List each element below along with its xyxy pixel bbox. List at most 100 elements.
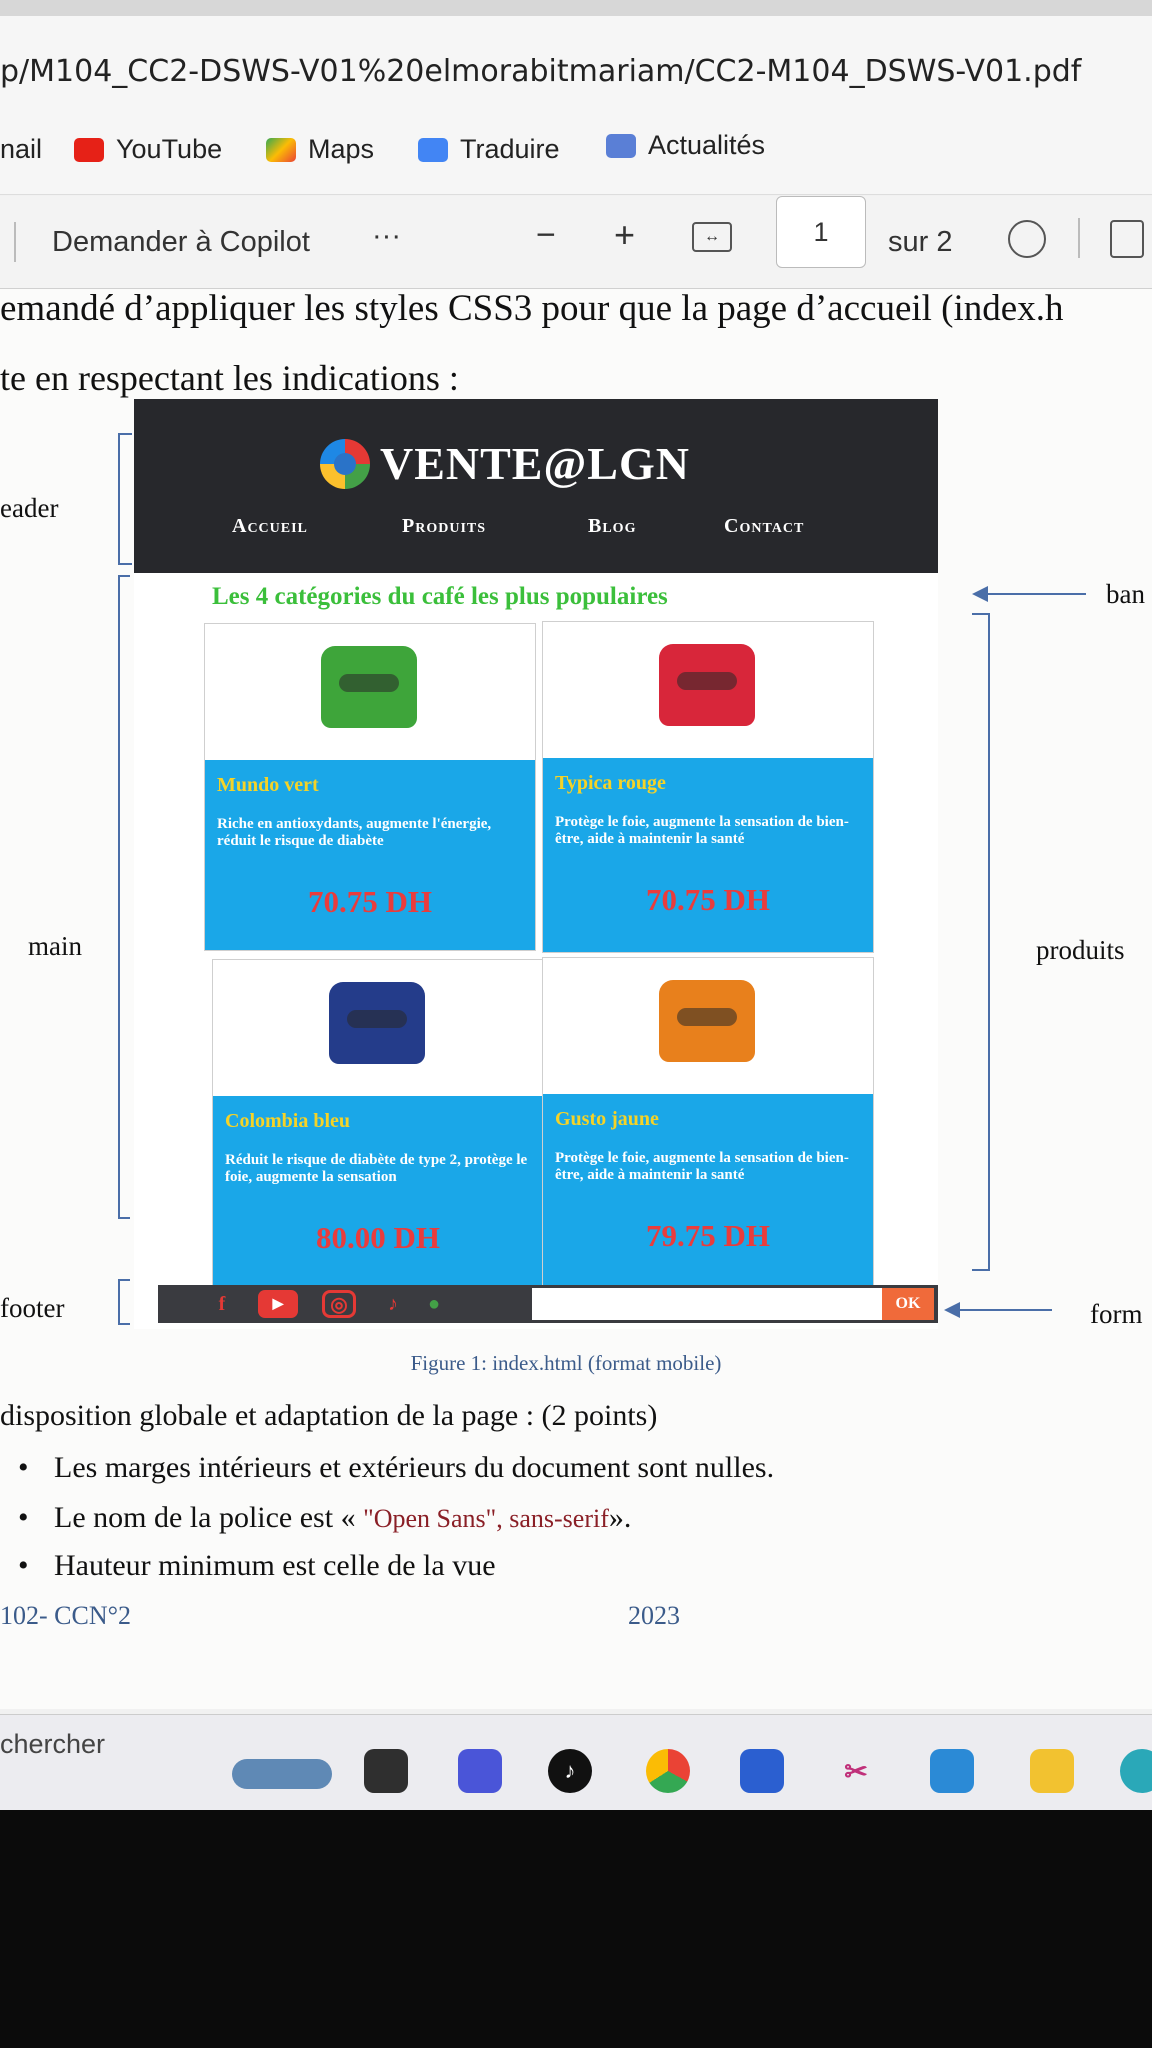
bookmark-gmail[interactable]: nail <box>0 134 42 165</box>
product-desc: Protège le foie, augmente la sensation d… <box>555 1150 849 1183</box>
ok-button[interactable]: OK <box>882 1288 934 1320</box>
tab-strip <box>0 0 1152 16</box>
product-card[interactable]: Colombia bleu Réduit le risque de diabèt… <box>212 959 544 1287</box>
mockup-header: VENTE@LGN Accueil Produits Blog Contact <box>134 399 938 573</box>
bullet-text: Hauteur minimum est celle de la vue <box>54 1549 496 1582</box>
bullet-text: ». <box>608 1501 632 1534</box>
bullet-item: • Les marges intérieurs et extérieurs du … <box>18 1451 775 1484</box>
header-brace <box>118 433 132 565</box>
banner-arrow <box>972 586 1086 602</box>
product-name: Gusto jaune <box>555 1108 659 1130</box>
product-name: Typica rouge <box>555 772 666 794</box>
label-main: main <box>28 931 82 961</box>
bullet-item: • Le nom de la police est « "Open Sans", … <box>18 1501 632 1534</box>
coffee-bag-icon <box>659 980 755 1062</box>
nav-accueil[interactable]: Accueil <box>232 515 308 538</box>
product-price: 70.75 DH <box>646 882 770 917</box>
product-card[interactable]: Gusto jaune Protège le foie, augmente la… <box>542 957 874 1287</box>
bookmark-label: Traduire <box>460 134 560 164</box>
weather-widget-icon[interactable] <box>232 1759 332 1789</box>
page-total: sur 2 <box>888 226 953 258</box>
zoom-in-button[interactable]: + <box>614 214 635 256</box>
youtube-icon <box>74 137 104 162</box>
coffee-bag-icon <box>321 646 417 728</box>
product-price: 80.00 DH <box>316 1220 440 1255</box>
pdf-page: emandé d’appliquer les styles CSS3 pour … <box>0 288 1152 1709</box>
pdf-toolbar: Demander à Copilot ··· − + ↔ 1 sur 2 <box>0 196 1152 289</box>
label-footer: footer <box>0 1293 65 1323</box>
product-price: 79.75 DH <box>646 1218 770 1253</box>
page-number: 1 <box>813 216 829 247</box>
zoom-out-button[interactable]: − <box>536 216 556 255</box>
news-icon <box>606 133 636 158</box>
product-desc: Réduit le risque de diabète de type 2, p… <box>225 1152 528 1185</box>
copilot-button[interactable]: Demander à Copilot <box>52 226 310 259</box>
main-brace <box>118 575 130 1219</box>
figure-caption: Figure 1: index.html (format mobile) <box>410 1351 722 1375</box>
product-info: Mundo vert Riche en antioxydants, augmen… <box>205 760 535 950</box>
nav-produits[interactable]: Produits <box>402 515 486 538</box>
page-view-icon[interactable] <box>1110 220 1144 258</box>
bookmark-label: YouTube <box>116 134 223 164</box>
logo-text: VENTE@LGN <box>380 438 690 489</box>
footer-brace <box>118 1279 130 1325</box>
chrome-icon[interactable] <box>646 1749 690 1793</box>
product-card[interactable]: Mundo vert Riche en antioxydants, augmen… <box>204 623 536 951</box>
toolbar-divider <box>14 222 16 262</box>
product-price: 70.75 DH <box>308 884 432 919</box>
coffee-bag-icon <box>659 644 755 726</box>
mail-icon[interactable] <box>930 1749 974 1793</box>
page-footer-year: 2023 <box>628 1601 680 1630</box>
bookmark-youtube[interactable]: YouTube <box>74 134 222 165</box>
address-bar[interactable]: p/M104_CC2-DSWS-V01%20elmorabitmariam/CC… <box>0 16 1152 112</box>
code-text: "Open Sans", sans-serif <box>363 1504 609 1533</box>
logo-icon[interactable]: ● <box>414 1290 454 1318</box>
url-text[interactable]: p/M104_CC2-DSWS-V01%20elmorabitmariam/CC… <box>0 54 1081 89</box>
product-name: Mundo vert <box>217 774 319 796</box>
tiktok-icon[interactable]: ♪ <box>548 1749 592 1793</box>
more-button[interactable]: ··· <box>372 220 401 253</box>
meet-icon[interactable] <box>458 1749 502 1793</box>
screen: p/M104_CC2-DSWS-V01%20elmorabitmariam/CC… <box>0 0 1152 1810</box>
nav-blog[interactable]: Blog <box>588 515 636 538</box>
label-banner: ban <box>1106 579 1145 609</box>
product-name: Colombia bleu <box>225 1110 351 1132</box>
product-desc: Riche en antioxydants, augmente l'énergi… <box>217 816 492 849</box>
footer-search-input[interactable] <box>532 1288 882 1320</box>
bullet-text: Le nom de la police est « <box>54 1501 364 1534</box>
nav-contact[interactable]: Contact <box>724 515 804 538</box>
bookmark-translate[interactable]: Traduire <box>418 134 560 165</box>
snipping-tool-icon[interactable]: ✂ <box>834 1749 878 1793</box>
mockup-main: Les 4 catégories du café les plus popula… <box>134 573 938 1329</box>
edge-icon[interactable] <box>1120 1749 1152 1793</box>
toolbar-divider <box>1078 218 1080 258</box>
store-icon[interactable] <box>740 1749 784 1793</box>
label-header: eader <box>0 493 59 523</box>
product-card[interactable]: Typica rouge Protège le foie, augmente l… <box>542 621 874 953</box>
taskbar-search[interactable]: chercher <box>0 1729 105 1760</box>
task-view-icon[interactable] <box>364 1749 408 1793</box>
rotate-icon[interactable] <box>1008 220 1046 258</box>
youtube-icon[interactable]: ▶ <box>258 1290 298 1318</box>
bookmark-maps[interactable]: Maps <box>266 134 374 165</box>
page-footer-left: 102- CCN°2 <box>0 1601 132 1630</box>
product-image <box>543 958 873 1094</box>
page-number-input[interactable]: 1 <box>776 196 866 268</box>
instagram-icon[interactable]: ◎ <box>322 1290 356 1318</box>
bookmark-label: Actualités <box>648 130 766 160</box>
taskbar: chercher ♪ ✂ <box>0 1714 1152 1810</box>
tiktok-icon[interactable]: ♪ <box>378 1290 408 1318</box>
fit-width-icon[interactable]: ↔ <box>692 222 732 252</box>
mockup-footer: f ▶ ◎ ♪ ● OK <box>158 1285 938 1323</box>
facebook-icon[interactable]: f <box>208 1290 236 1318</box>
bookmark-news[interactable]: Actualités <box>606 130 765 161</box>
label-form: form <box>1090 1299 1143 1329</box>
product-image <box>543 622 873 758</box>
question-text: disposition globale et adaptation de la … <box>0 1399 658 1432</box>
product-desc: Protège le foie, augmente la sensation d… <box>555 814 849 847</box>
banner-text: Les 4 catégories du café les plus popula… <box>212 583 668 610</box>
produits-brace <box>972 613 990 1271</box>
file-explorer-icon[interactable] <box>1030 1749 1074 1793</box>
bullet-item: • Hauteur minimum est celle de la vue <box>18 1549 496 1582</box>
maps-icon <box>266 137 296 162</box>
